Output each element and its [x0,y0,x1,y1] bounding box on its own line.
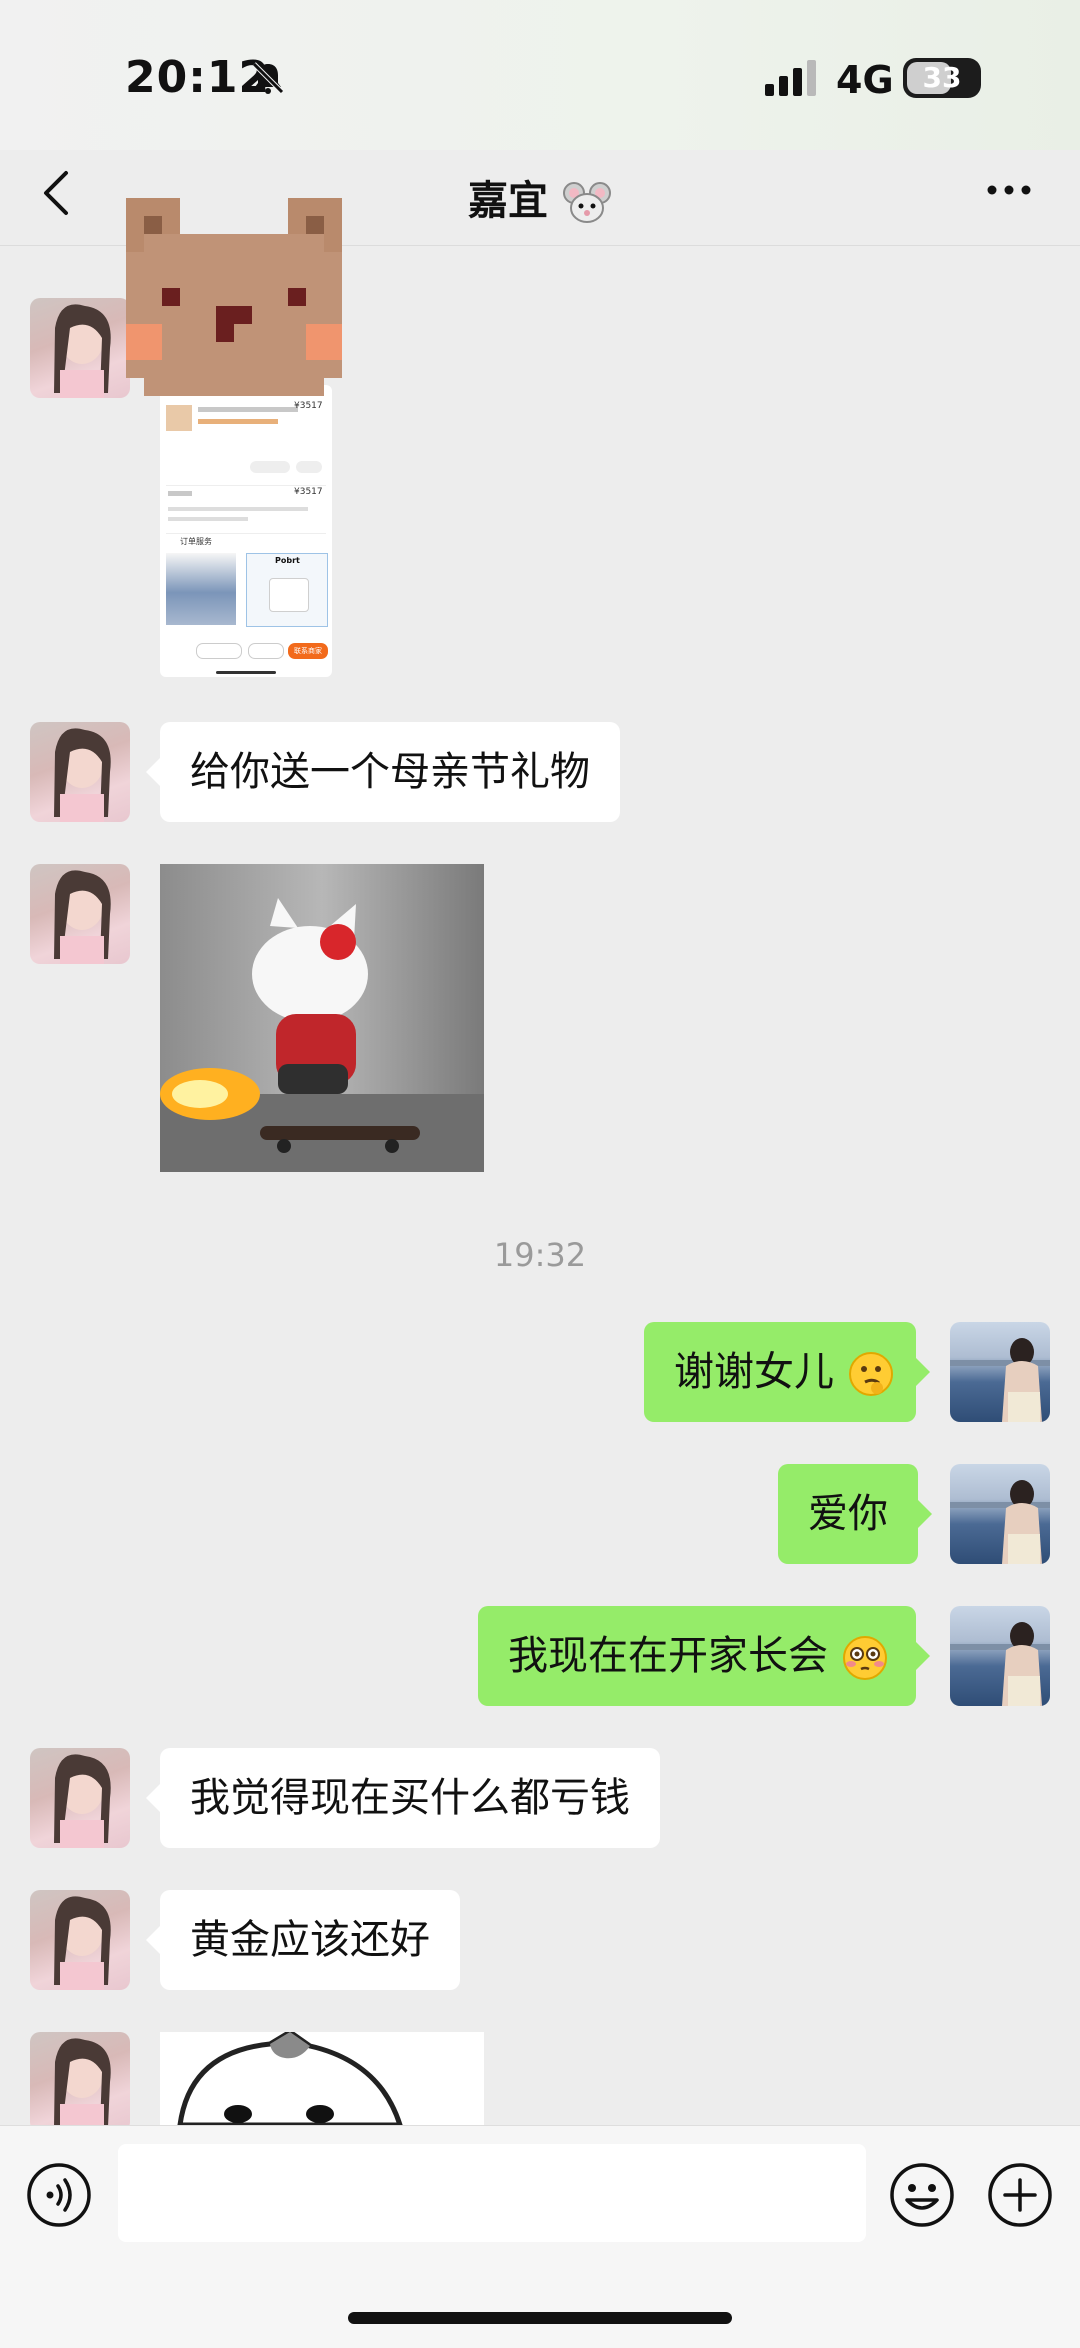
thinking-emoji-icon [848,1352,893,1396]
order-price-1: ¥3517 [294,401,323,411]
emoji-icon[interactable] [889,2162,955,2228]
plus-icon[interactable] [987,2162,1053,2228]
message-text: 我现在在开家长会 [508,1633,828,1679]
order-price-2: ¥3517 [294,487,323,497]
status-bar: 20:12 4G 33 [0,0,1080,150]
more-icon[interactable] [984,180,1034,200]
message-bubble-mine[interactable]: 爱你 [778,1464,932,1564]
pixel-bear-sticker [126,198,342,396]
message-bubble-mine[interactable]: 谢谢女儿 [644,1322,930,1422]
flushed-emoji-icon [842,1636,887,1680]
message-bubble-mine[interactable]: 我现在在开家长会 [478,1606,930,1706]
contact-avatar[interactable] [30,1890,130,1990]
skateboard-sticker-image[interactable] [160,864,484,1172]
status-time: 20:12 [125,52,271,103]
contact-avatar[interactable] [30,864,130,964]
battery-level: 33 [922,61,962,94]
chat-timestamp: 19:32 [493,1236,587,1274]
message-bubble[interactable]: 我觉得现在买什么都亏钱 [146,1748,660,1848]
message-text: 我觉得现在买什么都亏钱 [190,1775,630,1821]
order-product-label: Pobrt [275,556,300,565]
cat-sticker-image[interactable] [160,2032,484,2125]
message-text: 爱你 [808,1491,888,1537]
my-avatar[interactable] [950,1322,1050,1422]
message-text: 黄金应该还好 [190,1917,430,1963]
chat-title-text: 嘉宜 [468,178,549,224]
message-bubble[interactable]: 给你送一个母亲节礼物 [146,722,620,822]
order-contact-button: 联系商家 [288,643,328,659]
message-text: 谢谢女儿 [674,1349,834,1395]
network-type: 4G [836,58,894,102]
voice-icon[interactable] [26,2162,92,2228]
message-bubble[interactable]: 黄金应该还好 [146,1890,460,1990]
battery-icon: 33 [903,58,981,98]
contact-avatar[interactable] [30,1748,130,1848]
message-text: 给你送一个母亲节礼物 [190,749,590,795]
signal-icon [765,60,816,96]
my-avatar[interactable] [950,1464,1050,1564]
message-input[interactable] [118,2144,866,2242]
mouse-emoji-icon [562,182,611,223]
mute-bell-icon [252,62,284,94]
order-section-label: 订单服务 [180,537,212,546]
contact-avatar[interactable] [30,2032,130,2132]
order-screenshot-image[interactable]: ¥3517 ¥3517 订单服务 Pobrt 联系商家 [160,385,332,677]
contact-avatar[interactable] [30,722,130,822]
input-bar [0,2125,1080,2348]
home-indicator[interactable] [348,2312,732,2324]
my-avatar[interactable] [950,1606,1050,1706]
